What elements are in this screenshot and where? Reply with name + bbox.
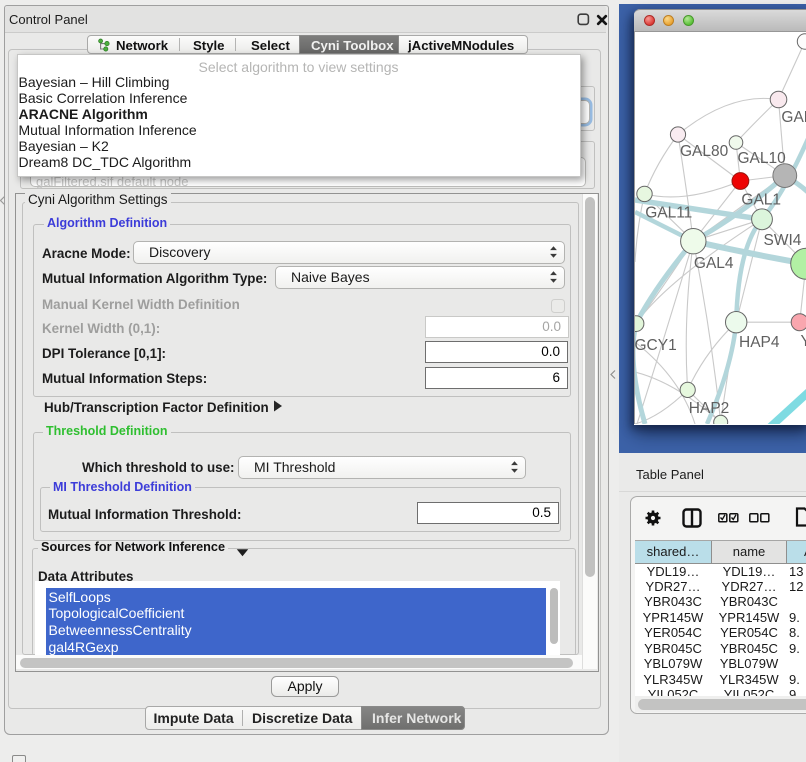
svg-text:GAL4: GAL4 bbox=[694, 255, 734, 272]
svg-text:GAL10: GAL10 bbox=[738, 150, 787, 167]
svg-text:GAL: GAL bbox=[781, 109, 806, 126]
svg-text:GCY1: GCY1 bbox=[635, 337, 677, 354]
svg-text:GAL80: GAL80 bbox=[680, 143, 729, 160]
svg-text:HAP4: HAP4 bbox=[739, 334, 780, 351]
svg-text:HAP2: HAP2 bbox=[689, 400, 730, 417]
svg-text:GAL1: GAL1 bbox=[741, 191, 781, 208]
svg-text:SWI4: SWI4 bbox=[764, 231, 802, 248]
svg-text:Y: Y bbox=[801, 332, 806, 349]
svg-text:GAL11: GAL11 bbox=[645, 204, 692, 221]
